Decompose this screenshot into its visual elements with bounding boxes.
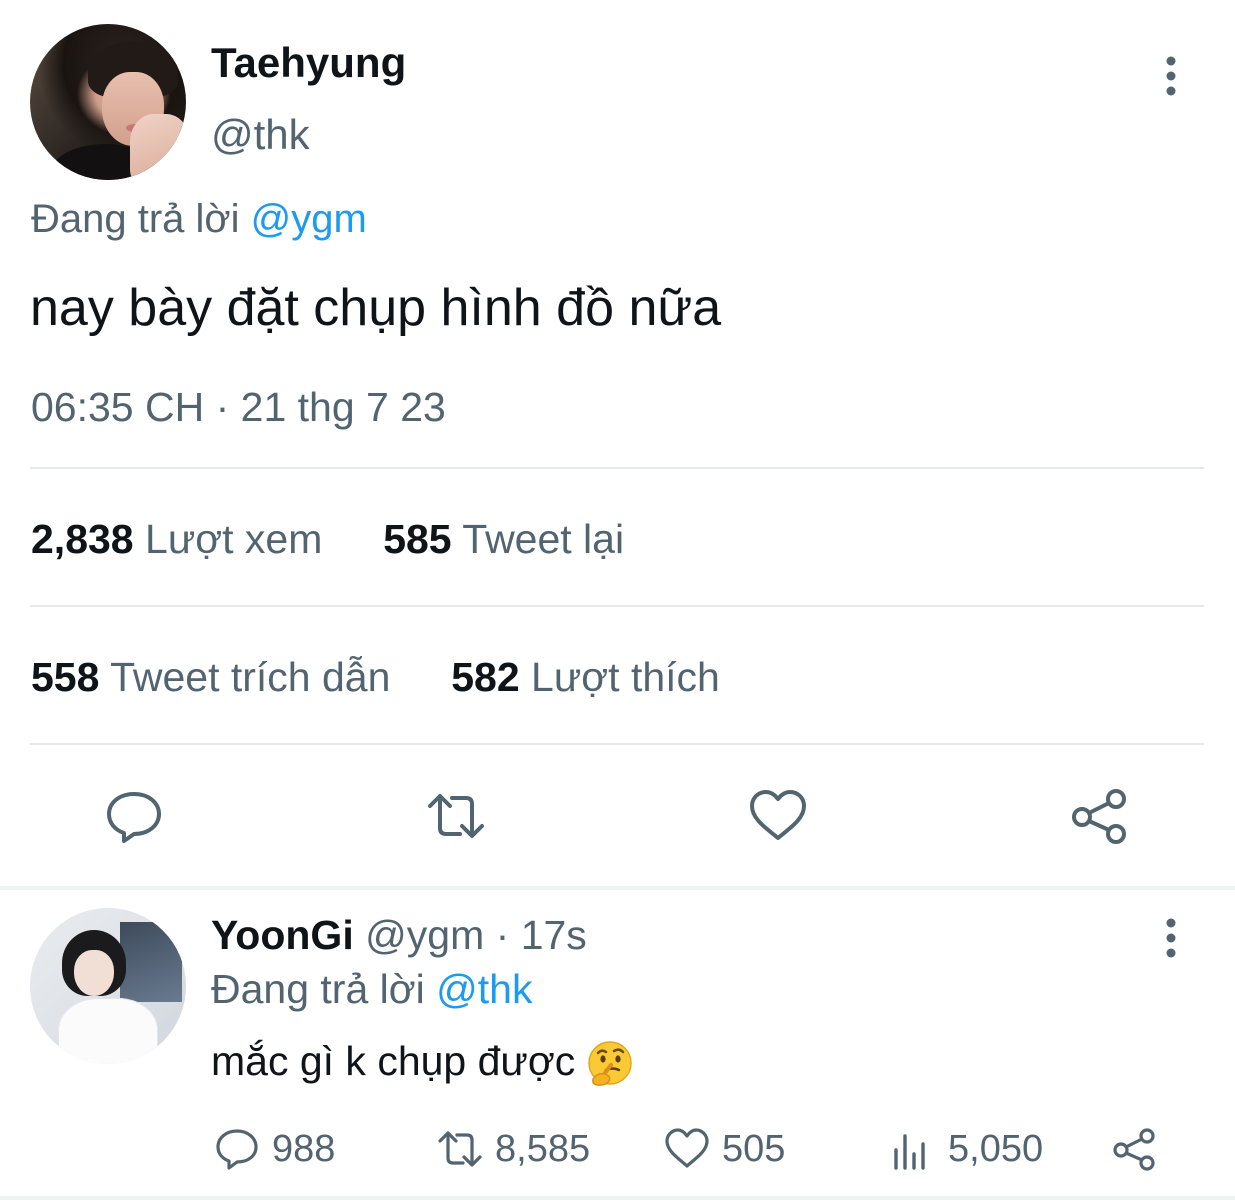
reply-count: 988 [272,1127,336,1170]
replying-to-line: Đang trả lời @ygm [31,196,367,242]
divider [30,605,1204,607]
likes-stat[interactable]: 582 Lượt thích [451,654,720,700]
like-icon[interactable] [748,786,808,846]
reply-action-retweets[interactable]: 8,585 [437,1126,590,1172]
retweets-stat[interactable]: 585 Tweet lại [383,516,624,562]
reply-separator: · [495,912,510,958]
more-options-icon[interactable] [1156,916,1186,960]
retweet-count: 8,585 [495,1127,591,1170]
reply-action-likes[interactable]: 505 [664,1126,785,1172]
reply-time[interactable]: 17s [521,912,587,958]
views-label: Lượt xem [145,516,323,562]
share-icon [1112,1126,1158,1172]
quotes-label: Tweet trích dẫn [110,654,391,700]
avatar-yoongi[interactable] [30,908,186,1064]
thread-separator [0,886,1235,890]
stats-row-1: 2,838 Lượt xem 585 Tweet lại [31,516,624,562]
replying-to-label: Đang trả lời [211,966,425,1012]
views-icon [890,1126,936,1172]
author-handle[interactable]: @thk [211,112,310,158]
retweet-icon [437,1126,483,1172]
views-count: 5,050 [948,1127,1044,1170]
like-count: 505 [722,1127,786,1170]
avatar-shirt [58,998,158,1064]
likes-label: Lượt thích [531,654,720,700]
thinking-face-emoji [585,1039,635,1089]
reply-action-views[interactable]: 5,050 [890,1126,1043,1172]
views-stat[interactable]: 2,838 Lượt xem [31,516,334,562]
divider [30,743,1204,745]
quotes-stat[interactable]: 558 Tweet trích dẫn [31,654,402,700]
likes-count: 582 [451,654,520,700]
divider [30,467,1204,469]
tweet-timestamp[interactable]: 06:35 CH · 21 thg 7 23 [31,384,446,430]
replying-to-line: Đang trả lời @thk [211,966,532,1012]
reply-display-name[interactable]: YoonGi [211,912,354,958]
quotes-count: 558 [31,654,100,700]
reply-handle[interactable]: @ygm [365,912,484,958]
avatar-background-poster [120,922,182,1002]
replying-to-label: Đang trả lời [31,197,240,241]
share-icon[interactable] [1070,786,1130,846]
avatar-hand [130,114,186,180]
like-icon [664,1126,710,1172]
tweet-thread: Taehyung @thk Đang trả lời @ygm nay bày … [0,0,1235,1200]
more-options-icon[interactable] [1156,54,1186,98]
replying-to-link[interactable]: @ygm [251,197,367,241]
retweets-label: Tweet lại [462,516,625,562]
reply-header: YoonGi @ygm · 17s [211,912,587,958]
replying-to-link[interactable]: @thk [436,966,532,1012]
retweet-icon[interactable] [426,786,486,846]
reply-text-line: mắc gì k chụp được [211,1036,635,1089]
main-tweet: Taehyung @thk Đang trả lời @ygm nay bày … [0,0,1235,886]
avatar-taehyung[interactable] [30,24,186,180]
bottom-separator [0,1196,1235,1200]
tweet-text: nay bày đặt chụp hình đồ nữa [30,279,722,337]
reply-action-share[interactable] [1112,1126,1158,1172]
avatar-face [74,950,114,996]
author-display-name[interactable]: Taehyung [211,40,406,86]
reply-icon [214,1126,260,1172]
reply-text: mắc gì k chụp được [211,1038,576,1084]
reply-icon[interactable] [104,786,164,846]
stats-row-2: 558 Tweet trích dẫn 582 Lượt thích [31,654,720,700]
retweets-count: 585 [383,516,452,562]
views-count: 2,838 [31,516,134,562]
reply-action-replies[interactable]: 988 [214,1126,335,1172]
